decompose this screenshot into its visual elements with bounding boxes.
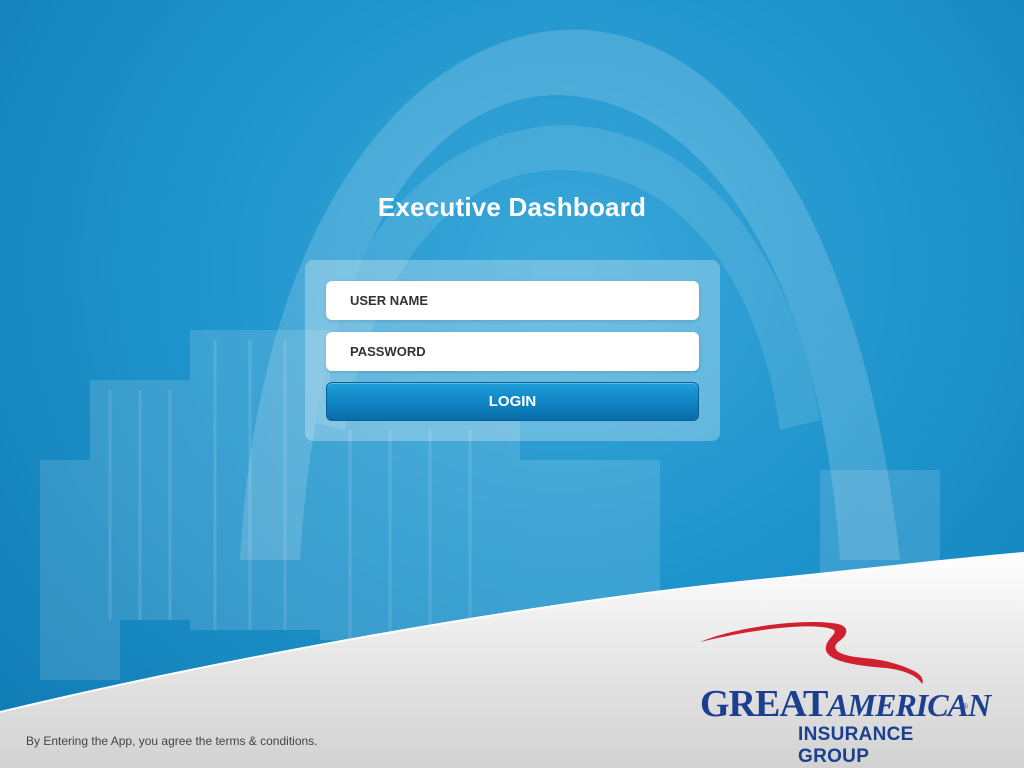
logo-registered-mark: ® [962, 702, 968, 711]
terms-text: By Entering the App, you agree the terms… [26, 734, 318, 748]
logo-text-line1: GREATAMERICAN [700, 682, 991, 726]
eagle-swoosh-icon [700, 622, 923, 684]
logo-text-great: GREAT [700, 683, 828, 725]
logo-text-line2: INSURANCE GROUP [798, 724, 914, 767]
company-logo: GREATAMERICAN ® INSURANCE GROUP [698, 620, 991, 767]
